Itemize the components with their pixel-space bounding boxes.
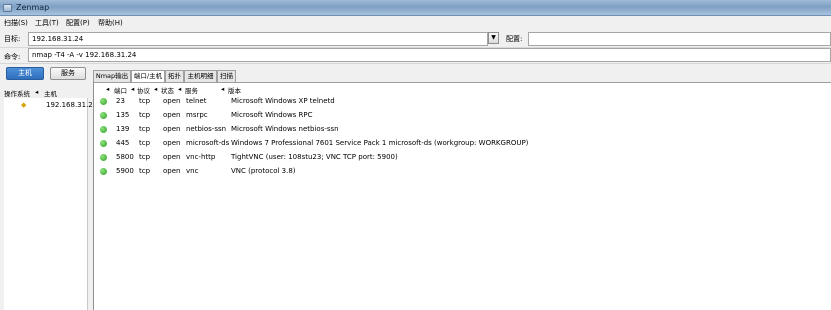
menu-profile[interactable]: 配置(P) bbox=[66, 18, 90, 28]
divider bbox=[0, 63, 831, 64]
state-cell: open bbox=[163, 167, 181, 175]
chevron-down-icon: ▼ bbox=[491, 34, 496, 41]
column-service[interactable]: 服务 bbox=[185, 85, 198, 95]
state-cell: open bbox=[163, 139, 181, 147]
hosts-button[interactable]: 主机 bbox=[6, 67, 44, 80]
port-cell: 135 bbox=[116, 111, 130, 119]
version-cell: Microsoft Windows netbios-ssn bbox=[231, 125, 339, 133]
sort-arrow-icon: ◂ bbox=[35, 88, 39, 96]
profile-input[interactable] bbox=[528, 32, 831, 46]
status-open-icon bbox=[100, 98, 107, 105]
version-cell: VNC (protocol 3.8) bbox=[231, 167, 296, 175]
sort-arrow-icon: ◂ bbox=[221, 85, 225, 93]
tab-host-details[interactable]: 主机明细 bbox=[184, 70, 217, 82]
protocol-cell: tcp bbox=[139, 111, 151, 119]
command-label: 命令: bbox=[4, 53, 21, 61]
port-cell: 5900 bbox=[116, 167, 134, 175]
menu-scan[interactable]: 扫描(S) bbox=[4, 18, 28, 28]
state-cell: open bbox=[163, 153, 181, 161]
window-title: Zenmap bbox=[16, 3, 50, 12]
hosts-list: ◆ 192.168.31.2 bbox=[4, 98, 93, 310]
protocol-cell: tcp bbox=[139, 167, 151, 175]
state-cell: open bbox=[163, 125, 181, 133]
command-input[interactable]: nmap -T4 -A -v 192.168.31.24 bbox=[28, 48, 831, 62]
host-row[interactable]: ◆ 192.168.31.2 bbox=[4, 100, 93, 110]
service-cell: vnc-http bbox=[186, 153, 216, 161]
profile-label: 配置: bbox=[506, 35, 523, 43]
service-cell: netbios-ssn bbox=[186, 125, 227, 133]
state-cell: open bbox=[163, 97, 181, 105]
protocol-cell: tcp bbox=[139, 139, 151, 147]
status-open-icon bbox=[100, 112, 107, 119]
sort-arrow-icon: ◂ bbox=[131, 85, 135, 93]
port-cell: 5800 bbox=[116, 153, 134, 161]
version-cell: TightVNC (user: 108stu23; VNC TCP port: … bbox=[231, 153, 398, 161]
protocol-cell: tcp bbox=[139, 153, 151, 161]
sort-arrow-icon: ◂ bbox=[178, 85, 182, 93]
port-cell: 445 bbox=[116, 139, 130, 147]
status-open-icon bbox=[100, 140, 107, 147]
service-cell: microsoft-ds bbox=[186, 139, 230, 147]
column-state[interactable]: 状态 bbox=[161, 85, 174, 95]
hosts-list-header: 操作系统 ◂ 主机 bbox=[4, 88, 88, 98]
services-button[interactable]: 服务 bbox=[50, 67, 86, 80]
table-row[interactable]: 5800 tcp open vnc-http TightVNC (user: 1… bbox=[94, 152, 831, 164]
state-cell: open bbox=[163, 111, 181, 119]
table-row[interactable]: 445 tcp open microsoft-ds Windows 7 Prof… bbox=[94, 138, 831, 150]
title-bar: Zenmap bbox=[0, 0, 831, 16]
sort-arrow-icon: ◂ bbox=[106, 85, 110, 93]
column-version[interactable]: 版本 bbox=[228, 85, 241, 95]
target-label: 目标: bbox=[4, 35, 21, 43]
table-row[interactable]: 139 tcp open netbios-ssn Microsoft Windo… bbox=[94, 124, 831, 136]
menu-bar: 扫描(S) 工具(T) 配置(P) 帮助(H) bbox=[0, 16, 831, 30]
target-input[interactable]: 192.168.31.24 bbox=[28, 32, 488, 46]
port-cell: 23 bbox=[116, 97, 125, 105]
port-cell: 139 bbox=[116, 125, 130, 133]
column-port[interactable]: 端口 bbox=[114, 85, 127, 95]
app-icon bbox=[3, 4, 12, 12]
service-cell: telnet bbox=[186, 97, 207, 105]
column-protocol[interactable]: 协议 bbox=[137, 85, 150, 95]
table-row[interactable]: 5900 tcp open vnc VNC (protocol 3.8) bbox=[94, 166, 831, 178]
target-row: 目标: 192.168.31.24 ▼ 配置: bbox=[0, 30, 831, 47]
column-os[interactable]: 操作系统 bbox=[4, 88, 30, 98]
protocol-cell: tcp bbox=[139, 125, 151, 133]
status-open-icon bbox=[100, 154, 107, 161]
tab-nmap-output[interactable]: Nmap输出 bbox=[93, 70, 131, 82]
tab-topology[interactable]: 拓扑 bbox=[165, 70, 184, 82]
hosts-panel: 主机 服务 操作系统 ◂ 主机 ◆ 192.168.31.2 bbox=[4, 66, 93, 310]
status-open-icon bbox=[100, 126, 107, 133]
version-cell: Windows 7 Professional 7601 Service Pack… bbox=[231, 139, 529, 147]
service-cell: vnc bbox=[186, 167, 199, 175]
table-row[interactable]: 135 tcp open msrpc Microsoft Windows RPC bbox=[94, 110, 831, 122]
tab-scans[interactable]: 扫描 bbox=[217, 70, 236, 82]
target-dropdown-button[interactable]: ▼ bbox=[488, 32, 499, 44]
column-host[interactable]: 主机 bbox=[44, 88, 57, 98]
host-ip: 192.168.31.2 bbox=[46, 101, 93, 109]
status-open-icon bbox=[100, 168, 107, 175]
menu-help[interactable]: 帮助(H) bbox=[98, 18, 123, 28]
table-header: ◂ 端口 ◂ 协议 ◂ 状态 ◂ 服务 ◂ 版本 bbox=[94, 85, 831, 95]
host-os-icon: ◆ bbox=[21, 101, 27, 109]
menu-tools[interactable]: 工具(T) bbox=[35, 18, 59, 28]
service-cell: msrpc bbox=[186, 111, 208, 119]
sort-arrow-icon: ◂ bbox=[154, 85, 158, 93]
version-cell: Microsoft Windows RPC bbox=[231, 111, 313, 119]
table-row[interactable]: 23 tcp open telnet Microsoft Windows XP … bbox=[94, 96, 831, 108]
protocol-cell: tcp bbox=[139, 97, 151, 105]
ports-table: ◂ 端口 ◂ 协议 ◂ 状态 ◂ 服务 ◂ 版本 23 tcp open tel… bbox=[93, 82, 831, 310]
version-cell: Microsoft Windows XP telnetd bbox=[231, 97, 335, 105]
